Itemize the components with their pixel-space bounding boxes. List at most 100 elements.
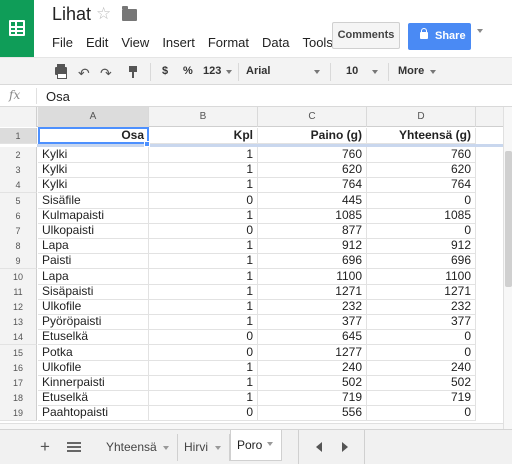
row-header[interactable]: 4: [0, 177, 37, 194]
cell-c[interactable]: 502: [258, 375, 367, 391]
cell-d[interactable]: 0: [367, 405, 476, 422]
add-sheet-icon[interactable]: +: [40, 437, 50, 457]
cell-d[interactable]: Yhteensä (g): [367, 128, 476, 144]
scrollbar-thumb[interactable]: [505, 151, 512, 287]
comments-button[interactable]: Comments: [332, 22, 400, 49]
sheet-list-icon[interactable]: [67, 442, 81, 453]
redo-icon[interactable]: ↷: [100, 65, 112, 82]
star-icon[interactable]: ☆: [96, 4, 111, 24]
cell-b[interactable]: 1: [149, 147, 258, 163]
paint-format-icon[interactable]: [129, 66, 137, 78]
number-format-dropdown-icon[interactable]: [226, 70, 232, 74]
menu-insert[interactable]: Insert: [162, 35, 195, 50]
row-header[interactable]: 10: [0, 268, 37, 285]
cell-c[interactable]: 556: [258, 405, 367, 422]
column-header-d[interactable]: D: [367, 107, 476, 127]
cell-d[interactable]: 620: [367, 162, 476, 179]
sheet-tab-yhteensa[interactable]: Yhteensä: [100, 434, 178, 461]
cell-a[interactable]: Kylki: [38, 162, 149, 179]
row-header[interactable]: 1: [0, 128, 37, 144]
scroll-right-icon[interactable]: [342, 442, 348, 452]
menu-tools[interactable]: Tools: [302, 35, 332, 50]
cell-a[interactable]: Ulkopaisti: [38, 223, 149, 239]
cell-c[interactable]: 1271: [258, 283, 367, 300]
cell-d[interactable]: 696: [367, 253, 476, 270]
cell-a[interactable]: Etuselkä: [38, 329, 149, 346]
cell-b[interactable]: 0: [149, 344, 258, 361]
cell-a[interactable]: Sisäfile: [38, 192, 149, 209]
cell-c[interactable]: 620: [258, 162, 367, 179]
cell-d[interactable]: 912: [367, 238, 476, 255]
cell-c[interactable]: Paino (g): [258, 128, 367, 144]
row-header[interactable]: 5: [0, 192, 37, 209]
row-header[interactable]: 11: [0, 283, 37, 300]
font-select[interactable]: Arial: [246, 65, 270, 77]
cell-b[interactable]: 1: [149, 299, 258, 315]
cell-d[interactable]: 377: [367, 314, 476, 331]
cell-b[interactable]: 1: [149, 283, 258, 300]
row-header[interactable]: 2: [0, 147, 37, 163]
cell-a[interactable]: Etuselkä: [38, 390, 149, 407]
column-header-a[interactable]: A: [38, 107, 149, 127]
column-header-c[interactable]: C: [258, 107, 367, 127]
cell-b[interactable]: Kpl: [149, 128, 258, 144]
cell-d[interactable]: 0: [367, 192, 476, 209]
cell-a[interactable]: Paisti: [38, 253, 149, 270]
cell-c[interactable]: 232: [258, 299, 367, 315]
cell-b[interactable]: 1: [149, 375, 258, 391]
cell-c[interactable]: 1277: [258, 344, 367, 361]
more-dropdown-icon[interactable]: [430, 70, 436, 74]
cell-c[interactable]: 764: [258, 177, 367, 194]
menu-data[interactable]: Data: [262, 35, 289, 50]
cell-d[interactable]: 760: [367, 147, 476, 163]
chevron-down-icon[interactable]: [163, 446, 169, 450]
font-size-dropdown-icon[interactable]: [372, 70, 378, 74]
cell-c[interactable]: 377: [258, 314, 367, 331]
menu-format[interactable]: Format: [208, 35, 249, 50]
row-header[interactable]: 19: [0, 405, 37, 422]
print-icon[interactable]: [55, 64, 67, 79]
cell-a[interactable]: Kulmapaisti: [38, 207, 149, 224]
number-format-button[interactable]: 123: [203, 65, 221, 77]
row-header[interactable]: 17: [0, 375, 37, 391]
row-header[interactable]: 3: [0, 162, 37, 179]
percent-button[interactable]: %: [183, 65, 193, 77]
row-header[interactable]: 9: [0, 253, 37, 270]
cell-d[interactable]: 719: [367, 390, 476, 407]
cell-b[interactable]: 0: [149, 405, 258, 422]
cell-d[interactable]: 1100: [367, 268, 476, 285]
row-header[interactable]: 6: [0, 207, 37, 224]
chevron-down-icon[interactable]: [215, 446, 221, 450]
cell-d[interactable]: 0: [367, 344, 476, 361]
cell-c[interactable]: 1085: [258, 207, 367, 224]
row-header[interactable]: 14: [0, 329, 37, 346]
cell-d[interactable]: 0: [367, 329, 476, 346]
cell-a[interactable]: Potka: [38, 344, 149, 361]
share-caret-icon[interactable]: [477, 29, 483, 33]
row-header[interactable]: 18: [0, 390, 37, 407]
cell-b[interactable]: 1: [149, 359, 258, 376]
cell-d[interactable]: 0: [367, 223, 476, 239]
undo-icon[interactable]: ↶: [78, 65, 90, 82]
cell-a[interactable]: Lapa: [38, 268, 149, 285]
row-header[interactable]: 8: [0, 238, 37, 255]
cell-d[interactable]: 764: [367, 177, 476, 194]
cell-b[interactable]: 1: [149, 162, 258, 179]
cell-a[interactable]: Ulkofile: [38, 299, 149, 315]
cell-d[interactable]: 502: [367, 375, 476, 391]
cell-c[interactable]: 445: [258, 192, 367, 209]
cell-c[interactable]: 719: [258, 390, 367, 407]
row-header[interactable]: 16: [0, 359, 37, 376]
cell-a[interactable]: Lapa: [38, 238, 149, 255]
column-header-b[interactable]: B: [149, 107, 258, 127]
sheets-logo-icon[interactable]: [0, 0, 34, 57]
cell-a[interactable]: Kylki: [38, 177, 149, 194]
row-header[interactable]: 7: [0, 223, 37, 239]
cell-a[interactable]: Paahtopaisti: [38, 405, 149, 422]
document-title[interactable]: Lihat: [52, 4, 91, 25]
cell-b[interactable]: 1: [149, 390, 258, 407]
menu-edit[interactable]: Edit: [86, 35, 108, 50]
cell-b[interactable]: 0: [149, 329, 258, 346]
currency-button[interactable]: $: [162, 65, 168, 77]
cell-a[interactable]: Ulkofile: [38, 359, 149, 376]
